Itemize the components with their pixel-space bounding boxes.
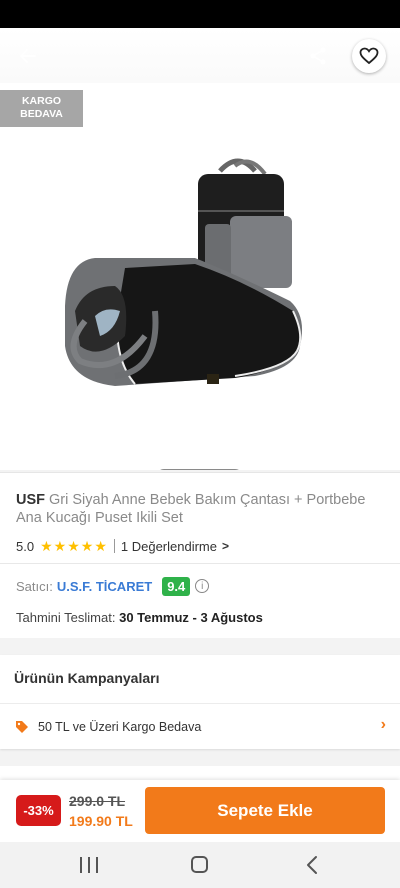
add-to-cart-button[interactable]: Sepete Ekle [145,787,385,834]
info-icon[interactable]: i [195,579,210,593]
campaigns-title: Ürünün Kampanyaları [14,670,160,686]
campaign-text: 50 TL ve Üzeri Kargo Bedava [38,719,202,734]
rating-value: 5.0 [16,538,35,554]
heart-icon [359,47,379,65]
delivery-dates: 30 Temmuz - 3 Ağustos [119,610,263,625]
star-icon: ★ [67,538,80,554]
free-shipping-badge: KARGO BEDAVA [0,90,83,127]
tag-icon [16,720,28,733]
chevron-right-icon: > [222,539,230,553]
delivery-label: Tahmini Teslimat: [16,610,116,625]
product-title: USF Gri Siyah Anne Bebek Bakım Çantası +… [16,491,386,527]
seller-name-link[interactable]: U.S.F. TİCARET [57,579,152,594]
star-icon: ★ [53,538,67,554]
star-icon: ★ [40,538,53,554]
star-icon: ★ [94,538,107,554]
rating-row[interactable]: 5.0 ★ ★ ★ ★ ★ 1 Değerlendirme > [16,538,229,554]
rating-divider [113,539,115,553]
discount-badge: -33% [16,795,61,826]
back-button[interactable] [10,38,46,74]
nav-home-icon[interactable] [191,856,208,873]
gallery-pager[interactable] [156,469,243,470]
divider [0,563,400,564]
seller-score-badge: 9.4 [162,576,191,596]
product-image [65,158,303,386]
share-button[interactable] [300,38,336,74]
chevron-right-icon: › [380,716,386,733]
top-bar [0,28,400,84]
rating-stars: ★ ★ ★ ★ ★ [40,539,108,553]
star-icon: ★ [80,538,94,554]
status-bar [0,0,400,28]
campaigns-card: Ürünün Kampanyaları 50 TL ve Üzeri Kargo… [0,655,400,749]
product-info-card: USF Gri Siyah Anne Bebek Bakım Çantası +… [0,472,400,638]
product-name: Gri Siyah Anne Bebek Bakım Çantası + Por… [16,492,366,526]
campaign-item-free-shipping[interactable]: 50 TL ve Üzeri Kargo Bedava › [0,704,400,749]
share-icon [310,47,326,65]
nav-back-icon[interactable] [302,854,322,876]
review-link[interactable]: 1 Değerlendirme [121,539,217,554]
system-nav-bar [0,842,400,888]
old-price: 299.0 TL [69,793,126,809]
product-brand[interactable]: USF [16,492,45,508]
current-price: 199.90 TL [69,813,133,829]
purchase-bar: -33% 299.0 TL 199.90 TL Sepete Ekle [0,780,400,842]
seller-row: Satıcı: U.S.F. TİCARET 9.4 i [16,575,210,597]
favorite-button[interactable] [352,39,386,73]
delivery-row: Tahmini Teslimat: 30 Temmuz - 3 Ağustos [16,610,263,625]
arrow-left-icon [20,49,36,63]
seller-label: Satıcı: [16,578,53,594]
badge-line1: KARGO [21,95,62,107]
badge-line2: BEDAVA [20,108,63,120]
nav-recents-icon[interactable] [80,857,98,873]
